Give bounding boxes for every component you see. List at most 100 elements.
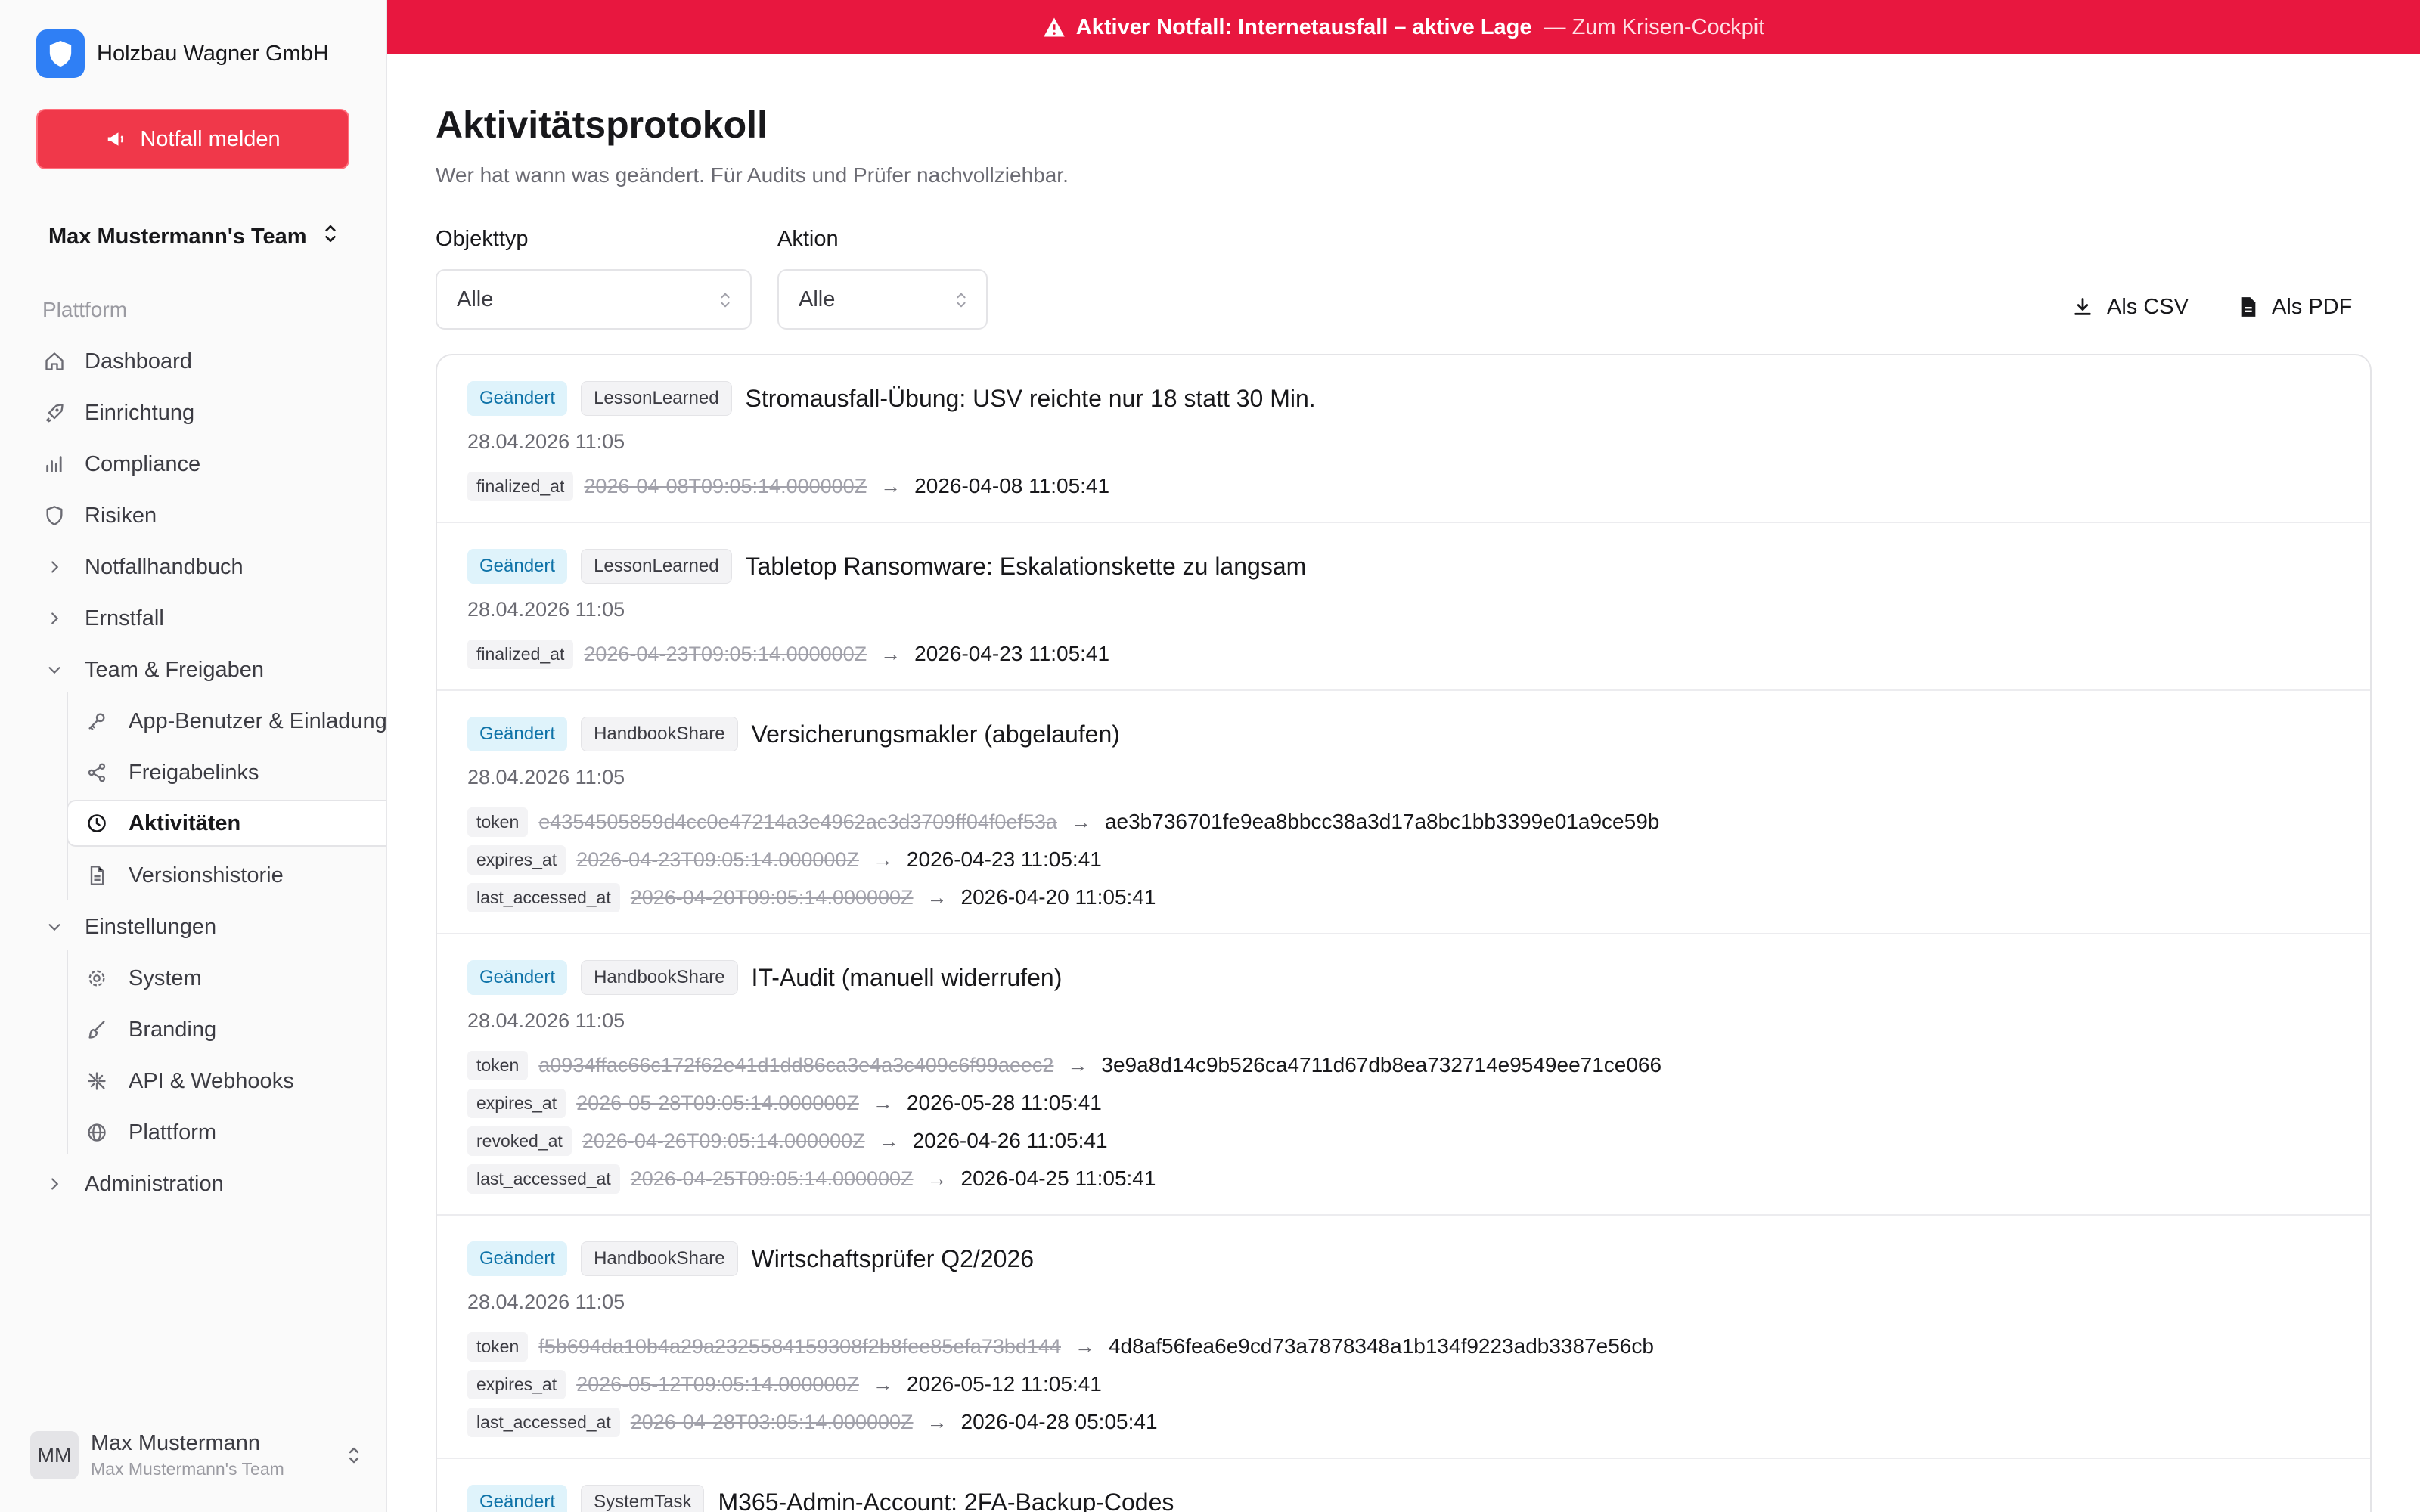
activity-entry-timestamp: 28.04.2026 11:05 — [467, 430, 625, 453]
field-name: token — [467, 1050, 529, 1080]
arrow-icon: → — [872, 847, 893, 871]
field-name: finalized_at — [467, 471, 574, 501]
sidebar-item-einstellungen[interactable]: Einstellungen — [42, 907, 216, 947]
rocket-icon — [42, 401, 67, 425]
change-list: finalized_at 2026-04-23T09:05:14.000000Z →… — [467, 635, 2340, 689]
sidebar-item-plattform[interactable]: Plattform — [85, 1113, 216, 1152]
chevron-right-icon — [42, 606, 67, 631]
activity-entry-header: Geändert HandbookShare Wirtschaftsprüfer Q… — [467, 1240, 2340, 1278]
arrow-icon: → — [880, 642, 901, 665]
sidebar-item-label: Dashboard — [85, 349, 192, 373]
sidebar-item-system[interactable]: System — [85, 959, 202, 998]
gear-icon — [85, 966, 109, 990]
field-name: token — [467, 1331, 529, 1362]
page-subtitle: Wer hat wann was geändert. Für Audits un… — [436, 163, 1069, 187]
sidebar-item-label: Versionshistorie — [129, 863, 284, 888]
new-value: 2026-05-28 11:05:41 — [906, 1091, 1102, 1114]
activity-entry-title: IT-Audit (manuell widerrufen) — [751, 963, 1063, 991]
sidebar-item-compliance[interactable]: Compliance — [42, 445, 200, 484]
object-type-label: Objekttyp — [436, 227, 529, 251]
action-select[interactable]: Alle — [777, 269, 988, 330]
sidebar-item-versionshistorie[interactable]: Versionshistorie — [85, 856, 284, 895]
banner-message: Aktiver Notfall: Internetausfall – aktiv… — [1075, 14, 1532, 39]
action-value: Alle — [799, 287, 836, 311]
object-type-badge: HandbookShare — [581, 717, 738, 751]
sidebar-item-api-webhooks[interactable]: API & Webhooks — [85, 1061, 294, 1101]
emergency-banner: Aktiver Notfall: Internetausfall – aktiv… — [387, 0, 2420, 54]
sidebar-item-administration[interactable]: Administration — [42, 1164, 224, 1204]
report-emergency-button[interactable]: Notfall melden — [36, 109, 349, 169]
team-switcher-label: Max Mustermann's Team — [48, 224, 307, 249]
new-value: 3e9a8d14c9b526ca4711d67db8ea732714e9549e… — [1101, 1053, 1662, 1077]
action-badge: Geändert — [467, 549, 568, 584]
object-type-select[interactable]: Alle — [436, 269, 752, 330]
key-icon — [85, 709, 109, 733]
activity-entry-header: Geändert LessonLearned Stromausfall-Übung:… — [467, 380, 2340, 417]
sidebar-item-freigabelinks[interactable]: Freigabelinks — [85, 753, 259, 792]
sidebar-item-ernstfall[interactable]: Ernstfall — [42, 599, 164, 638]
change-row: finalized_at 2026-04-23T09:05:14.000000Z →… — [467, 635, 2340, 673]
webhook-icon — [85, 1069, 109, 1093]
new-value: 2026-04-20 11:05:41 — [960, 885, 1156, 909]
sidebar-item-label: Ernstfall — [85, 606, 164, 631]
action-badge: Geändert — [467, 717, 568, 751]
new-value: 2026-04-08 11:05:41 — [914, 474, 1110, 497]
new-value: 2026-04-23 11:05:41 — [906, 847, 1102, 871]
sidebar-item-branding[interactable]: Branding — [85, 1010, 216, 1049]
arrow-icon: → — [926, 885, 948, 909]
sidebar-item-einrichtung[interactable]: Einrichtung — [42, 393, 194, 432]
field-name: token — [467, 807, 529, 837]
activity-entry[interactable]: Geändert LessonLearned Tabletop Ransomware… — [437, 523, 2370, 691]
activity-entry[interactable]: Geändert HandbookShare IT-Audit (manuell w… — [437, 934, 2370, 1216]
export-pdf-button[interactable]: Als PDF — [2238, 290, 2352, 324]
old-value: 2026-05-12T09:05:14.000000Z — [576, 1372, 859, 1396]
activity-entry[interactable]: Geändert HandbookShare Versicherungsmakler… — [437, 691, 2370, 934]
sidebar-item-risiken[interactable]: Risiken — [42, 496, 157, 535]
old-value: a0934ffac66c172f62e41d1dd86ca3e4a3c409c6… — [538, 1053, 1054, 1077]
subnav-guide-line — [67, 950, 68, 1154]
sidebar-item-label: Compliance — [85, 451, 201, 476]
sidebar-item-aktivitaeten[interactable]: Aktivitäten — [67, 800, 386, 847]
new-value: 2026-05-12 11:05:41 — [906, 1372, 1102, 1396]
sidebar-item-label: Risiken — [85, 503, 157, 528]
sidebar-item-label: Einrichtung — [85, 400, 195, 425]
change-row: token f5b694da10b4a29a2325584159308f2b8fe… — [467, 1328, 2340, 1365]
field-name: finalized_at — [467, 639, 574, 669]
avatar: MM — [30, 1431, 79, 1479]
sidebar-item-team-freigaben[interactable]: Team & Freigaben — [42, 650, 264, 689]
activity-entry[interactable]: Geändert LessonLearned Stromausfall-Übung:… — [437, 355, 2370, 523]
activity-entry-timestamp: 28.04.2026 11:05 — [467, 1009, 625, 1032]
shield-logo-icon — [36, 29, 85, 78]
megaphone-icon — [108, 132, 124, 146]
team-switcher[interactable]: Max Mustermann's Team — [48, 218, 340, 256]
chevron-right-icon — [42, 555, 67, 579]
org-name: Holzbau Wagner GmbH — [97, 41, 329, 66]
crisis-cockpit-link[interactable]: — Zum Krisen-Cockpit — [1544, 15, 1765, 40]
activity-entry[interactable]: Geändert SystemTask M365-Admin-Account: 2F… — [437, 1459, 2370, 1512]
field-name: expires_at — [467, 1369, 566, 1399]
field-name: expires_at — [467, 844, 566, 875]
new-value: 2026-04-28 05:05:41 — [960, 1410, 1158, 1433]
activity-entry-header: Geändert HandbookShare Versicherungsmakler… — [467, 715, 2340, 753]
export-csv-button[interactable]: Als CSV — [2072, 290, 2189, 324]
sidebar-item-dashboard[interactable]: Dashboard — [42, 342, 192, 381]
activity-entry-title: M365-Admin-Account: 2FA-Backup-Codes — [718, 1488, 1174, 1512]
chevrons-up-down-icon — [345, 1444, 363, 1470]
new-value: 2026-04-26 11:05:41 — [912, 1129, 1108, 1152]
object-type-value: Alle — [457, 287, 494, 311]
sidebar-item-notfallhandbuch[interactable]: Notfallhandbuch — [42, 547, 244, 587]
change-row: finalized_at 2026-04-08T09:05:14.000000Z →… — [467, 467, 2340, 505]
user-menu[interactable]: MM Max Mustermann Max Mustermann's Team — [30, 1429, 363, 1482]
user-team: Max Mustermann's Team — [91, 1459, 284, 1479]
chevron-down-icon — [42, 658, 67, 682]
bar-chart-icon — [42, 452, 67, 476]
arrow-icon: → — [878, 1129, 899, 1152]
action-badge: Geändert — [467, 1241, 568, 1276]
clock-icon — [85, 811, 109, 835]
activity-entry-timestamp: 28.04.2026 11:05 — [467, 1290, 625, 1313]
org-switcher[interactable]: Holzbau Wagner GmbH — [36, 29, 329, 79]
sidebar-item-app-benutzer[interactable]: App-Benutzer & Einladungen — [85, 702, 386, 741]
share-icon — [85, 761, 109, 785]
arrow-icon: → — [926, 1410, 948, 1433]
activity-entry[interactable]: Geändert HandbookShare Wirtschaftsprüfer Q… — [437, 1216, 2370, 1459]
